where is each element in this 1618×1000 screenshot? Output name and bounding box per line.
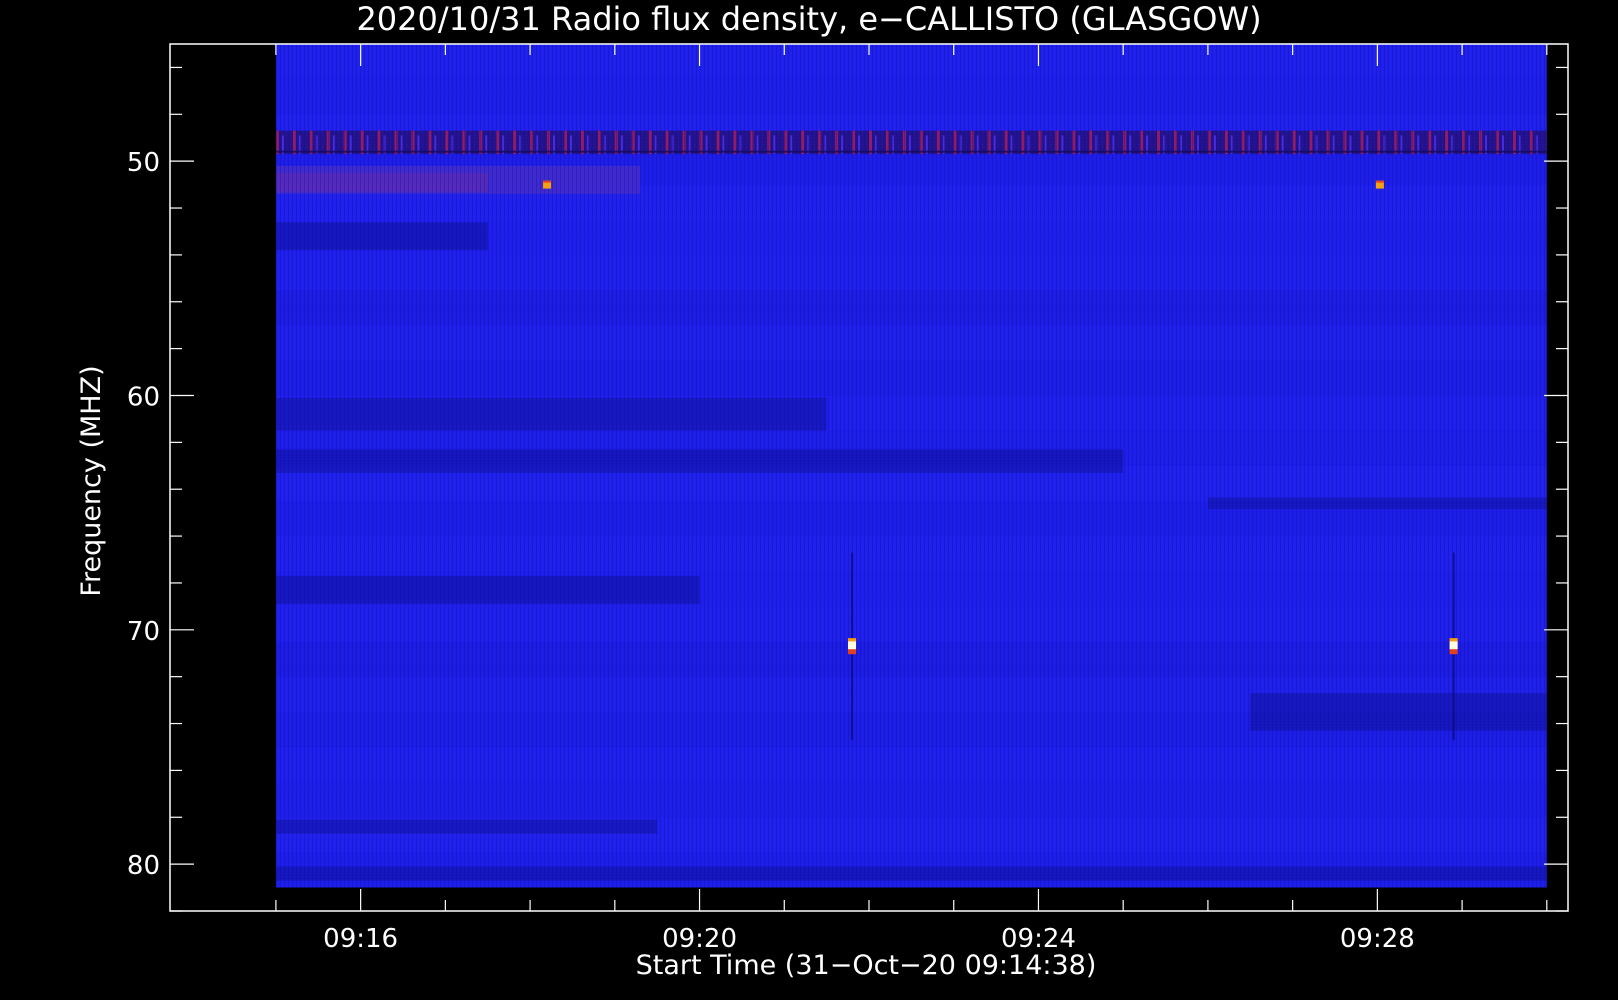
burst-spike-edge [848, 638, 857, 642]
burst-spike-core [848, 641, 857, 650]
y-tick-label: 60 [127, 382, 160, 412]
x-tick-label: 09:16 [323, 924, 398, 954]
interference-comb-tooth [1547, 131, 1550, 154]
spectrogram-image [275, 44, 1555, 888]
y-tick-label: 50 [127, 148, 160, 178]
burst-spike-edge [543, 180, 552, 183]
x-axis-label: Start Time (31−Oct−20 09:14:38) [636, 950, 1097, 981]
y-tick-label: 70 [127, 617, 160, 647]
plot-area [275, 44, 1555, 888]
x-tick-label: 09:28 [1340, 924, 1415, 954]
burst-spike-edge [1375, 180, 1384, 183]
striation-texture [275, 44, 1547, 888]
y-tick-label: 80 [127, 851, 160, 881]
interference-comb-tooth [1553, 135, 1555, 154]
burst-spike-edge [1449, 638, 1458, 642]
chart-title: 2020/10/31 Radio flux density, e−CALLIST… [356, 0, 1261, 38]
y-axis-label: Frequency (MHZ) [76, 365, 107, 596]
spectrogram-chart: 2020/10/31 Radio flux density, e−CALLIST… [76, 0, 1569, 981]
burst-spike-core [1449, 641, 1458, 650]
